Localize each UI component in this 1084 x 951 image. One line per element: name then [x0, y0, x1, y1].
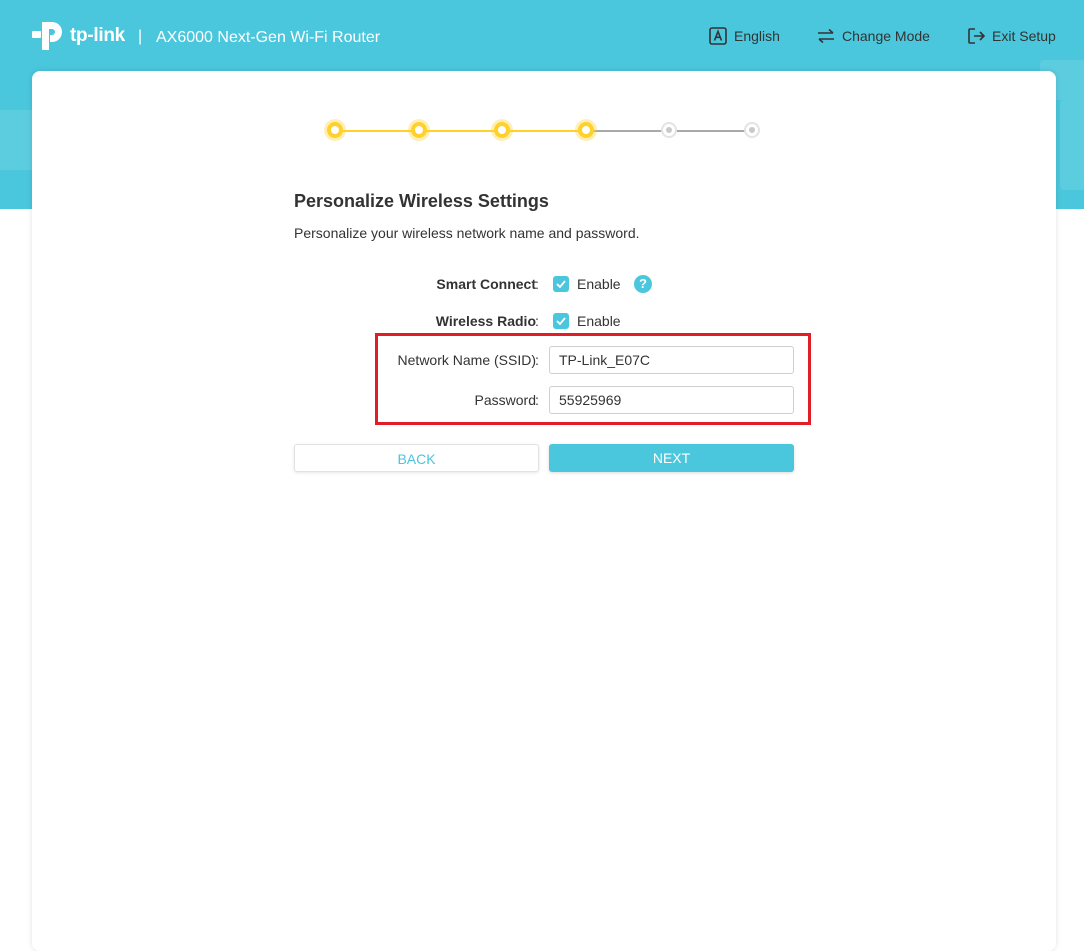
swap-arrows-icon [818, 28, 834, 44]
password-input[interactable] [549, 386, 794, 414]
step-dot-2 [411, 122, 427, 138]
back-button[interactable]: BACK [294, 444, 539, 472]
language-icon [709, 27, 727, 45]
checkmark-icon [556, 317, 566, 325]
help-icon[interactable]: ? [634, 275, 652, 293]
logo-text: tp-link [70, 25, 125, 46]
model-name: AX6000 Next-Gen Wi-Fi Router [156, 29, 381, 46]
tp-link-logo-icon [32, 22, 62, 50]
step-dot-4 [578, 122, 594, 138]
tp-link-logo: tp-link [30, 16, 125, 56]
step-dot-1 [327, 122, 343, 138]
step-dot-5 [661, 122, 677, 138]
wireless-radio-colon: : [535, 313, 539, 329]
next-button[interactable]: NEXT [549, 444, 794, 472]
password-colon: : [535, 392, 539, 408]
header-separator: | [138, 28, 143, 45]
exit-setup-button[interactable]: Exit Setup [967, 27, 1056, 45]
wireless-radio-label: Wireless Radio [435, 313, 536, 329]
smart-connect-checkbox[interactable] [553, 276, 569, 292]
checkmark-icon [556, 280, 566, 288]
smart-connect-enable-label: Enable [577, 276, 621, 292]
step-connector [336, 130, 586, 132]
language-button[interactable]: English [709, 27, 780, 45]
background-decoration [1060, 100, 1084, 190]
ssid-colon: : [535, 352, 539, 368]
wireless-radio-checkbox[interactable] [553, 313, 569, 329]
smart-connect-colon: : [535, 276, 539, 292]
smart-connect-label: Smart Connect [436, 276, 536, 292]
exit-setup-label: Exit Setup [992, 28, 1056, 44]
change-mode-label: Change Mode [842, 28, 930, 44]
change-mode-button[interactable]: Change Mode [817, 27, 930, 45]
language-label: English [734, 28, 780, 44]
page-subtitle: Personalize your wireless network name a… [294, 225, 640, 241]
header: tp-link | AX6000 Next-Gen Wi-Fi Router E… [0, 0, 1084, 72]
wireless-radio-enable-label: Enable [577, 313, 621, 329]
password-label: Password [474, 392, 536, 408]
step-dot-6 [744, 122, 760, 138]
exit-icon [968, 28, 985, 44]
ssid-label: Network Name (SSID) [397, 352, 536, 368]
page-title: Personalize Wireless Settings [294, 191, 549, 211]
step-dot-3 [494, 122, 510, 138]
ssid-input[interactable] [549, 346, 794, 374]
